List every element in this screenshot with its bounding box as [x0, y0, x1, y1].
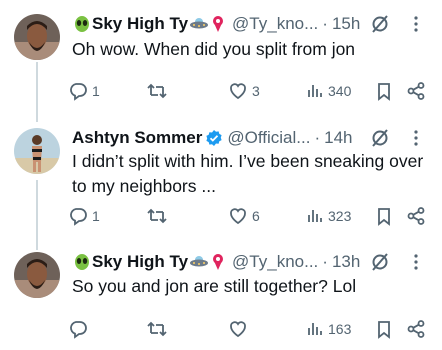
more-button[interactable]	[405, 251, 427, 273]
share-button[interactable]	[406, 205, 426, 227]
views-button[interactable]: 340	[306, 80, 351, 102]
heart-icon	[230, 321, 246, 338]
retweet-button[interactable]	[146, 205, 168, 227]
pin-emoji	[211, 15, 225, 33]
share-icon	[407, 207, 425, 225]
like-count: 6	[252, 208, 260, 224]
timestamp[interactable]: 15h	[332, 13, 360, 35]
verified-badge-icon	[205, 129, 223, 147]
views-count: 163	[328, 321, 352, 337]
bookmark-button[interactable]	[375, 205, 393, 227]
more-icon	[414, 254, 418, 270]
bookmark-icon	[378, 208, 390, 226]
views-icon	[308, 210, 322, 222]
retweet-icon	[147, 321, 167, 337]
avatar[interactable]	[14, 252, 60, 298]
separator-dot: ·	[322, 252, 328, 271]
grok-button[interactable]	[369, 127, 391, 149]
display-name[interactable]: Ashtyn Sommer	[72, 127, 202, 149]
tweet-text: I didn’t split with him. I’ve been sneak…	[72, 151, 424, 196]
bookmark-button[interactable]	[375, 318, 393, 340]
more-icon	[414, 16, 418, 32]
more-button[interactable]	[405, 127, 427, 149]
ufo-emoji	[189, 253, 209, 271]
user-handle[interactable]: @Official...	[227, 127, 310, 149]
timestamp[interactable]: 14h	[324, 127, 352, 149]
reply-count: 1	[92, 208, 100, 224]
heart-icon	[230, 83, 246, 100]
display-name[interactable]: Sky High Ty	[92, 251, 188, 273]
tweet-text: So you and jon are still together? Lol	[72, 276, 357, 296]
pin-emoji	[211, 253, 225, 271]
ufo-emoji	[189, 15, 209, 33]
reply-button[interactable]	[68, 318, 92, 340]
retweet-button[interactable]	[146, 318, 168, 340]
separator-dot: ·	[314, 128, 321, 147]
bookmark-icon	[378, 321, 390, 339]
retweet-button[interactable]	[146, 80, 168, 102]
views-button[interactable]: 323	[306, 205, 351, 227]
grok-button[interactable]	[369, 251, 391, 273]
share-icon	[407, 320, 425, 338]
bookmark-icon	[378, 83, 390, 101]
reply-icon	[70, 83, 87, 101]
like-count: 3	[252, 83, 260, 99]
views-button[interactable]: 163	[306, 318, 351, 340]
user-handle[interactable]: @Ty_kno...	[232, 251, 318, 273]
views-icon	[308, 85, 322, 97]
like-button[interactable]: 3	[228, 80, 260, 102]
share-button[interactable]	[406, 318, 426, 340]
grok-button[interactable]	[369, 13, 391, 35]
avatar[interactable]	[14, 128, 60, 174]
retweet-icon	[147, 208, 167, 224]
reply-button[interactable]: 1	[68, 80, 100, 102]
more-button[interactable]	[405, 13, 427, 35]
display-name[interactable]: Sky High Ty	[92, 13, 188, 35]
views-count: 323	[328, 208, 352, 224]
tweet-text: Oh wow. When did you split from jon	[72, 39, 356, 59]
avatar[interactable]	[14, 14, 60, 60]
views-icon	[308, 323, 322, 335]
tweet-1[interactable]: Sky High Ty @Ty_kno... · 15h Oh wow. Whe…	[0, 0, 442, 120]
like-button[interactable]	[228, 318, 252, 340]
user-handle[interactable]: @Ty_kno...	[232, 13, 318, 35]
views-count: 340	[328, 83, 352, 99]
grok-icon	[372, 253, 388, 271]
grok-icon	[372, 15, 388, 33]
retweet-icon	[147, 83, 167, 99]
bookmark-button[interactable]	[375, 80, 393, 102]
reply-icon	[70, 208, 87, 226]
share-button[interactable]	[406, 80, 426, 102]
reply-count: 1	[92, 83, 100, 99]
reply-button[interactable]: 1	[68, 205, 100, 227]
separator-dot: ·	[322, 14, 328, 33]
like-button[interactable]: 6	[228, 205, 260, 227]
alien-emoji	[73, 15, 91, 33]
grok-icon	[372, 129, 388, 147]
reply-icon	[70, 321, 87, 339]
tweet-2[interactable]: Ashtyn Sommer @Official... · 14h I didn’…	[0, 120, 442, 242]
more-icon	[414, 130, 418, 146]
alien-emoji	[73, 253, 91, 271]
timestamp[interactable]: 13h	[332, 251, 360, 273]
share-icon	[407, 82, 425, 100]
tweet-3[interactable]: Sky High Ty @Ty_kno... · 13h So you and …	[0, 242, 442, 350]
heart-icon	[230, 208, 246, 225]
